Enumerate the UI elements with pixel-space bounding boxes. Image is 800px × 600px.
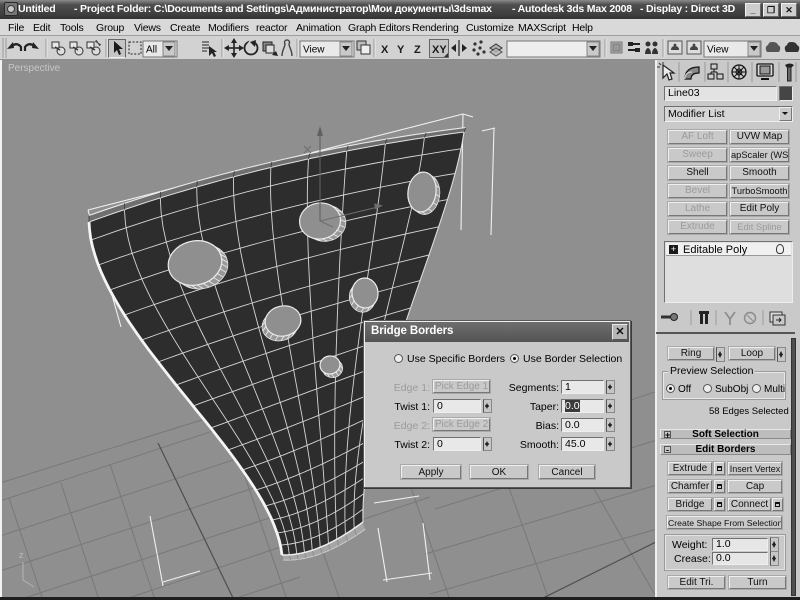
svg-text:Y: Y xyxy=(397,44,405,56)
svg-text:View: View xyxy=(303,45,325,56)
svg-text:z: z xyxy=(19,550,24,560)
svg-text:Z: Z xyxy=(414,44,421,56)
svg-text:View: View xyxy=(707,45,729,56)
svg-text:X: X xyxy=(381,44,389,56)
svg-text:All: All xyxy=(146,45,157,56)
svg-text:XY: XY xyxy=(432,44,447,56)
svg-text:Perspective: Perspective xyxy=(8,63,61,74)
